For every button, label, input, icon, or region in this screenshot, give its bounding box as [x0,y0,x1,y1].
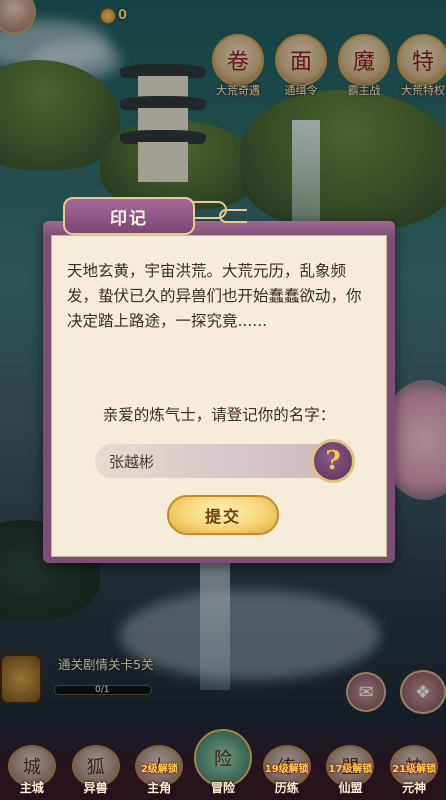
dialog-title-tab: 印记 [63,197,195,235]
question-mark-icon: ? [325,446,341,476]
dialog-title: 印记 [110,208,148,229]
submit-button[interactable]: 提交 [167,495,279,535]
lock-badge: 21级解锁 [392,764,437,775]
lock-badge: 2级解锁 [140,764,178,775]
lock-badge: 19级解锁 [264,764,309,775]
lock-badge: 17级解锁 [328,764,373,775]
scroll-ornament-icon [219,209,247,223]
name-register-dialog: 印记 天地玄黄，宇宙洪荒。大荒元历，乱象频发，蛰伏已久的异兽们也开始蠢蠢欲动，你… [43,197,395,563]
player-name-input[interactable] [95,444,347,478]
submit-label: 提交 [204,507,241,526]
story-text: 天地玄黄，宇宙洪荒。大荒元历，乱象频发，蛰伏已久的异兽们也开始蠢蠢欲动，你决定踏… [67,262,362,330]
random-name-button[interactable]: ? [311,439,355,483]
name-prompt: 亲爱的炼气士，请登记你的名字： [102,406,336,424]
